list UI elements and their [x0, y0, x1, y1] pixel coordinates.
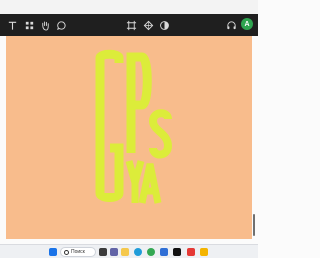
artwork-letter-y [125, 160, 145, 203]
artwork-svg [95, 49, 173, 204]
artwork-letter-p [126, 52, 152, 153]
store-icon[interactable] [160, 248, 168, 256]
comment-icon[interactable] [54, 18, 68, 32]
chat-icon[interactable] [110, 248, 118, 256]
user-avatar[interactable]: A [241, 18, 253, 30]
contrast-icon[interactable] [157, 18, 171, 32]
edge-icon[interactable] [134, 248, 142, 256]
vertical-scrollbar[interactable] [253, 214, 255, 236]
search-label: Поиск [71, 249, 85, 255]
files-icon[interactable] [121, 248, 129, 256]
search-icon [64, 249, 69, 255]
shapes-icon[interactable] [141, 18, 155, 32]
notes-icon[interactable] [200, 248, 208, 256]
chrome-icon[interactable] [147, 248, 155, 256]
task-view-icon[interactable] [99, 248, 107, 256]
editor-toolbar [0, 14, 258, 36]
text-icon[interactable] [5, 18, 19, 32]
windows-taskbar: Поиск [0, 244, 258, 258]
artwork-letter-s [148, 109, 173, 159]
yandex-icon[interactable] [187, 248, 195, 256]
frame-icon[interactable] [124, 18, 138, 32]
hand-icon[interactable] [38, 18, 52, 32]
start-icon[interactable] [49, 248, 57, 256]
app-icon[interactable] [173, 248, 181, 256]
taskbar-search-box[interactable]: Поиск [60, 247, 96, 257]
window-top-strip [0, 0, 258, 14]
grid-icon[interactable] [22, 18, 36, 32]
design-canvas[interactable] [6, 36, 252, 239]
artwork-letter-g [95, 49, 124, 202]
headphones-icon[interactable] [224, 18, 238, 32]
artwork-letter-a [138, 163, 162, 204]
